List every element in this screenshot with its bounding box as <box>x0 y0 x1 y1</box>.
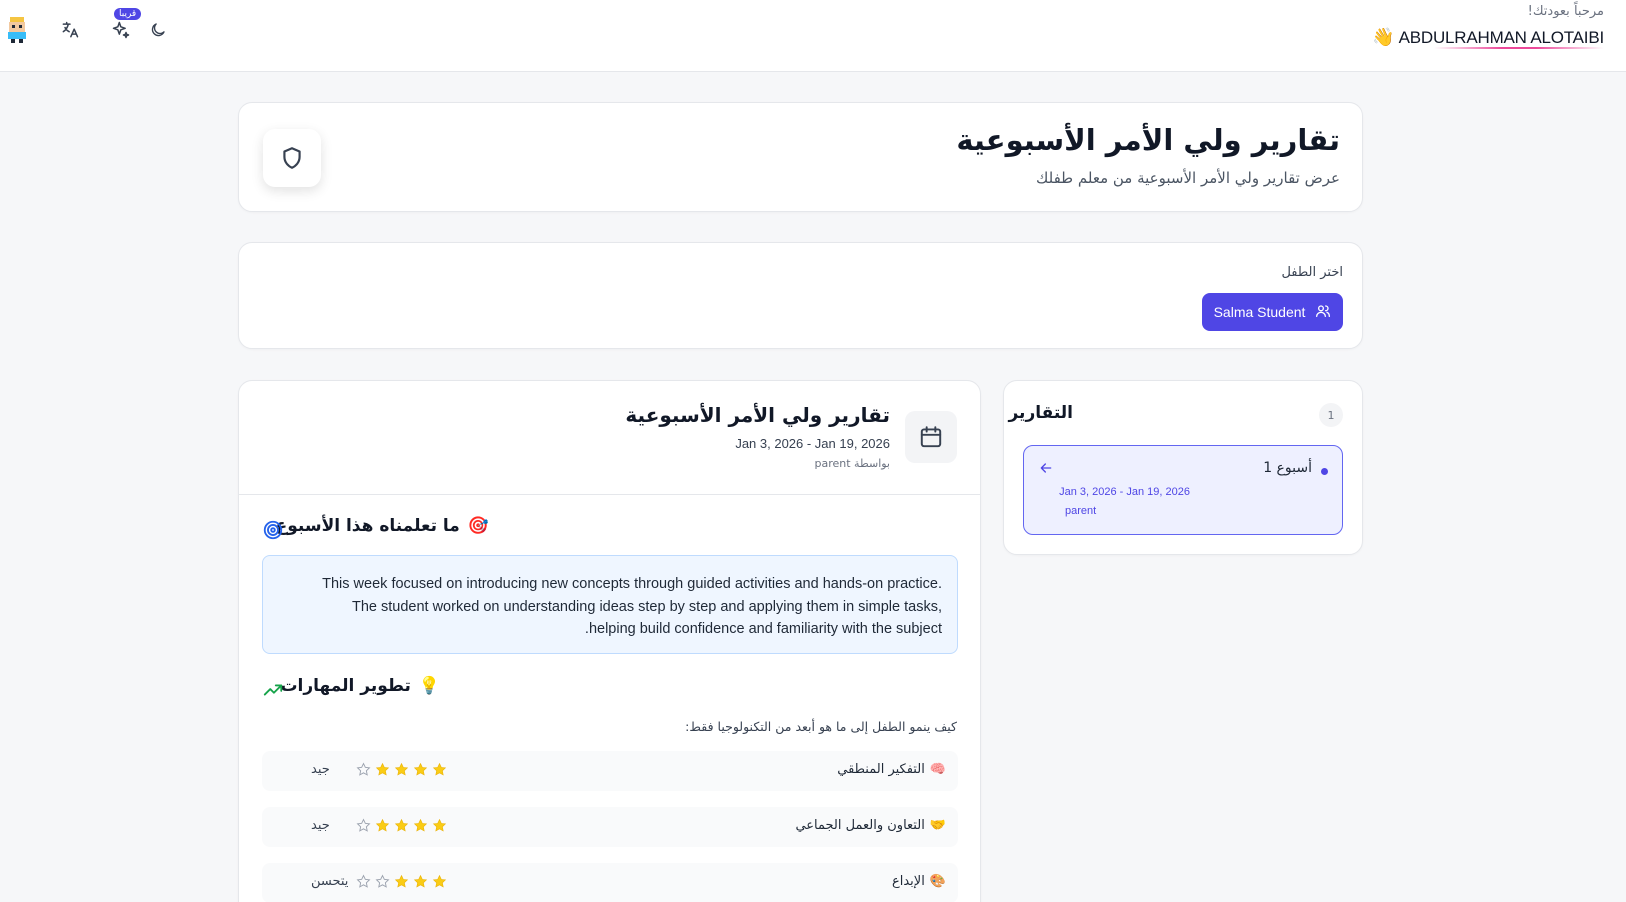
report-author: بواسطة parent <box>814 457 891 470</box>
skill-label: التعاون والعمل الجماعي <box>795 818 925 833</box>
star-filled-icon <box>431 817 448 834</box>
page-subtitle: عرض تقارير ولي الأمر الأسبوعية من معلم ط… <box>1035 169 1340 187</box>
report-item-author: parent <box>1065 505 1097 517</box>
report-item-name: أسبوع 1 <box>1263 460 1312 476</box>
palette-emoji-icon: 🎨 <box>929 874 946 889</box>
skills-section-title: تطوير المهارات <box>280 676 411 696</box>
skill-rating <box>355 817 448 834</box>
child-button-label: Salma Student <box>1213 304 1306 320</box>
target-icon <box>262 519 284 545</box>
top-bar: قريبا مرحباً بعودتك! 👋 ABDULRAHMAN ALOTA… <box>0 0 1626 72</box>
page-title: تقارير ولي الأمر الأسبوعية <box>956 123 1340 157</box>
shield-icon <box>263 129 321 187</box>
report-item-range: Jan 3, 2026 - Jan 19, 2026 <box>1059 486 1190 498</box>
arrow-left-icon <box>1038 460 1054 480</box>
skills-section-heading: 💡 تطوير المهارات <box>280 676 440 696</box>
handshake-emoji-icon: 🤝 <box>929 818 946 833</box>
star-filled-icon <box>374 761 391 778</box>
star-filled-icon <box>393 761 410 778</box>
star-empty-icon <box>355 761 372 778</box>
star-filled-icon <box>412 817 429 834</box>
star-filled-icon <box>412 873 429 890</box>
skill-name: 🧠 التفكير المنطقي <box>837 762 946 777</box>
users-icon <box>1315 303 1331 322</box>
child-button-salma[interactable]: Salma Student <box>1202 293 1343 331</box>
translate-icon[interactable] <box>56 16 84 44</box>
star-empty-icon <box>355 817 372 834</box>
report-title: تقارير ولي الأمر الأسبوعية <box>625 403 890 427</box>
skill-row: 🎨 الإبداع يتحسن <box>262 863 958 902</box>
star-filled-icon <box>431 873 448 890</box>
user-name-row: 👋 ABDULRAHMAN ALOTAIBI <box>1372 27 1604 48</box>
avatar-icon[interactable] <box>2 14 32 44</box>
skill-row: 🤝 التعاون والعمل الجماعي جيد <box>262 807 958 847</box>
lightbulb-emoji-icon: 💡 <box>418 676 440 696</box>
star-filled-icon <box>431 761 448 778</box>
brain-emoji-icon: 🧠 <box>929 762 946 777</box>
trending-up-icon <box>262 679 284 705</box>
skills-subtitle: كيف ينمو الطفل إلى ما هو أبعد من التكنول… <box>685 719 957 734</box>
skill-level: جيد <box>311 818 330 833</box>
report-detail-header: تقارير ولي الأمر الأسبوعية Jan 3, 2026 -… <box>239 381 980 495</box>
page-header-card: تقارير ولي الأمر الأسبوعية عرض تقارير ول… <box>238 102 1363 212</box>
star-empty-icon <box>355 873 372 890</box>
skill-rating <box>355 873 448 890</box>
star-filled-icon <box>393 873 410 890</box>
moon-icon[interactable] <box>144 16 172 44</box>
wave-icon: 👋 <box>1372 27 1395 48</box>
star-filled-icon <box>374 817 391 834</box>
report-item-week-1[interactable]: أسبوع 1 Jan 3, 2026 - Jan 19, 2026 paren… <box>1023 445 1343 535</box>
reports-list-card: التقارير 1 أسبوع 1 Jan 3, 2026 - Jan 19,… <box>1003 380 1363 555</box>
skill-row: 🧠 التفكير المنطقي جيد <box>262 751 958 791</box>
greeting-text: مرحباً بعودتك! <box>1527 4 1604 19</box>
user-name: ABDULRAHMAN ALOTAIBI <box>1398 27 1605 47</box>
user-block: مرحباً بعودتك! 👋 ABDULRAHMAN ALOTAIBI <box>1372 4 1604 48</box>
reports-count-badge: 1 <box>1319 403 1343 427</box>
target-emoji-icon: 🎯 <box>467 516 489 536</box>
skill-level: جيد <box>311 762 330 777</box>
learned-section-heading: 🎯 ما تعلمناه هذا الأسبوع <box>276 516 489 536</box>
skill-name: 🤝 التعاون والعمل الجماعي <box>795 818 946 833</box>
star-filled-icon <box>412 761 429 778</box>
soon-badge: قريبا <box>114 8 142 20</box>
skill-label: التفكير المنطقي <box>837 762 925 777</box>
skill-level: يتحسن <box>311 874 349 889</box>
report-range: Jan 3, 2026 - Jan 19, 2026 <box>735 436 890 451</box>
skill-name: 🎨 الإبداع <box>892 874 946 889</box>
learned-text-box: This week focused on introducing new con… <box>262 555 958 654</box>
child-selector-label: اختر الطفل <box>1281 265 1343 280</box>
star-filled-icon <box>393 817 410 834</box>
report-detail-card: تقارير ولي الأمر الأسبوعية Jan 3, 2026 -… <box>238 380 981 902</box>
reports-list-title: التقارير <box>1008 403 1073 423</box>
sparkles-icon[interactable] <box>107 16 135 44</box>
skill-rating <box>355 761 448 778</box>
learned-section-title: ما تعلمناه هذا الأسبوع <box>275 516 460 536</box>
calendar-icon <box>905 411 957 463</box>
user-name-underline <box>1434 47 1604 49</box>
child-selector-card: اختر الطفل Salma Student <box>238 242 1363 349</box>
skill-label: الإبداع <box>891 874 925 889</box>
active-dot <box>1321 468 1328 475</box>
star-empty-icon <box>374 873 391 890</box>
